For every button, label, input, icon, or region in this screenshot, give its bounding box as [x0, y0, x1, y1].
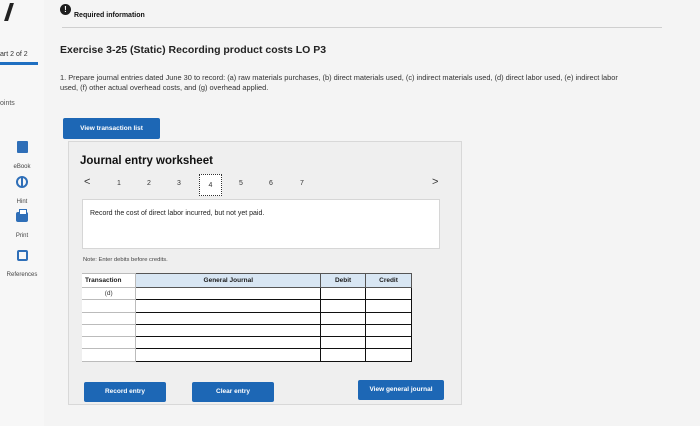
- page-tab-4-active[interactable]: 4: [199, 174, 222, 196]
- transaction-cell: (d): [82, 286, 137, 301]
- credit-input[interactable]: [365, 286, 412, 301]
- hint-button[interactable]: Hint: [0, 176, 44, 208]
- table-row: (d): [82, 286, 412, 301]
- previous-page-button[interactable]: <: [84, 176, 90, 188]
- credit-input[interactable]: [365, 311, 412, 325]
- account-select[interactable]: [135, 299, 322, 313]
- debits-note: Note: Enter debits before credits.: [83, 257, 168, 263]
- debit-input[interactable]: [320, 286, 367, 301]
- debit-input[interactable]: [320, 336, 367, 350]
- debit-input[interactable]: [320, 311, 367, 325]
- debit-header: Debit: [320, 273, 367, 288]
- transaction-cell: [82, 311, 137, 325]
- references-label: References: [6, 272, 38, 278]
- transaction-cell: [82, 336, 137, 350]
- print-icon: [16, 209, 28, 222]
- record-entry-button[interactable]: Record entry: [84, 382, 166, 402]
- account-select[interactable]: [135, 323, 322, 338]
- points-label: oints: [0, 100, 15, 107]
- page-tab-1[interactable]: 1: [109, 180, 129, 187]
- transaction-cell: [82, 348, 137, 362]
- part-indicator[interactable]: art 2 of 2: [0, 51, 28, 58]
- print-button[interactable]: Print: [0, 209, 44, 242]
- page-tab-7[interactable]: 7: [292, 180, 312, 187]
- left-rail: art 2 of 2 oints eBook Hint Print Refere…: [0, 0, 44, 426]
- table-row: [82, 299, 412, 313]
- header-divider: [62, 27, 662, 28]
- page-tab-5[interactable]: 5: [231, 180, 251, 187]
- print-label: Print: [15, 233, 29, 239]
- page-tab-2[interactable]: 2: [139, 180, 159, 187]
- credit-input[interactable]: [365, 336, 412, 350]
- table-header-row: Transaction General Journal Debit Credit: [82, 273, 412, 288]
- credit-header: Credit: [365, 273, 412, 288]
- next-page-button[interactable]: >: [432, 176, 438, 188]
- required-information-label: Required information: [74, 12, 145, 19]
- book-icon: [16, 141, 28, 153]
- journal-entry-table: Transaction General Journal Debit Credit…: [82, 273, 412, 362]
- view-transaction-list-button[interactable]: View transaction list: [63, 118, 160, 139]
- hint-label: Hint: [16, 199, 28, 205]
- table-row: [82, 311, 412, 325]
- alert-icon: !: [60, 4, 71, 15]
- general-journal-header: General Journal: [135, 273, 322, 288]
- debit-input[interactable]: [320, 348, 367, 362]
- view-general-journal-button[interactable]: View general journal: [358, 380, 444, 400]
- account-select[interactable]: [135, 348, 322, 362]
- ebook-button[interactable]: eBook: [0, 141, 44, 173]
- transaction-cell: [82, 323, 137, 338]
- credit-input[interactable]: [365, 323, 412, 338]
- references-icon: [16, 250, 28, 261]
- account-select[interactable]: [135, 336, 322, 350]
- clear-entry-button[interactable]: Clear entry: [192, 382, 274, 402]
- part-progress-bar: [0, 62, 38, 65]
- table-row: [82, 348, 412, 362]
- account-select[interactable]: [135, 286, 322, 301]
- account-select[interactable]: [135, 311, 322, 325]
- page-tab-3[interactable]: 3: [169, 180, 189, 187]
- credit-input[interactable]: [365, 348, 412, 362]
- credit-input[interactable]: [365, 299, 412, 313]
- exercise-instructions: 1. Prepare journal entries dated June 30…: [60, 73, 618, 92]
- references-button[interactable]: References: [0, 250, 44, 281]
- page-tab-6[interactable]: 6: [261, 180, 281, 187]
- ebook-label: eBook: [13, 164, 31, 170]
- prompt-box: [82, 199, 440, 249]
- debit-input[interactable]: [320, 323, 367, 338]
- prompt-text: Record the cost of direct labor incurred…: [90, 210, 265, 217]
- transaction-header: Transaction: [82, 273, 137, 288]
- exercise-title: Exercise 3-25 (Static) Recording product…: [60, 44, 327, 56]
- worksheet-title: Journal entry worksheet: [80, 155, 213, 167]
- hint-icon: [16, 176, 28, 188]
- table-row: [82, 336, 412, 350]
- table-row: [82, 323, 412, 338]
- logo-slash: [4, 3, 14, 21]
- debit-input[interactable]: [320, 299, 367, 313]
- transaction-cell: [82, 299, 137, 313]
